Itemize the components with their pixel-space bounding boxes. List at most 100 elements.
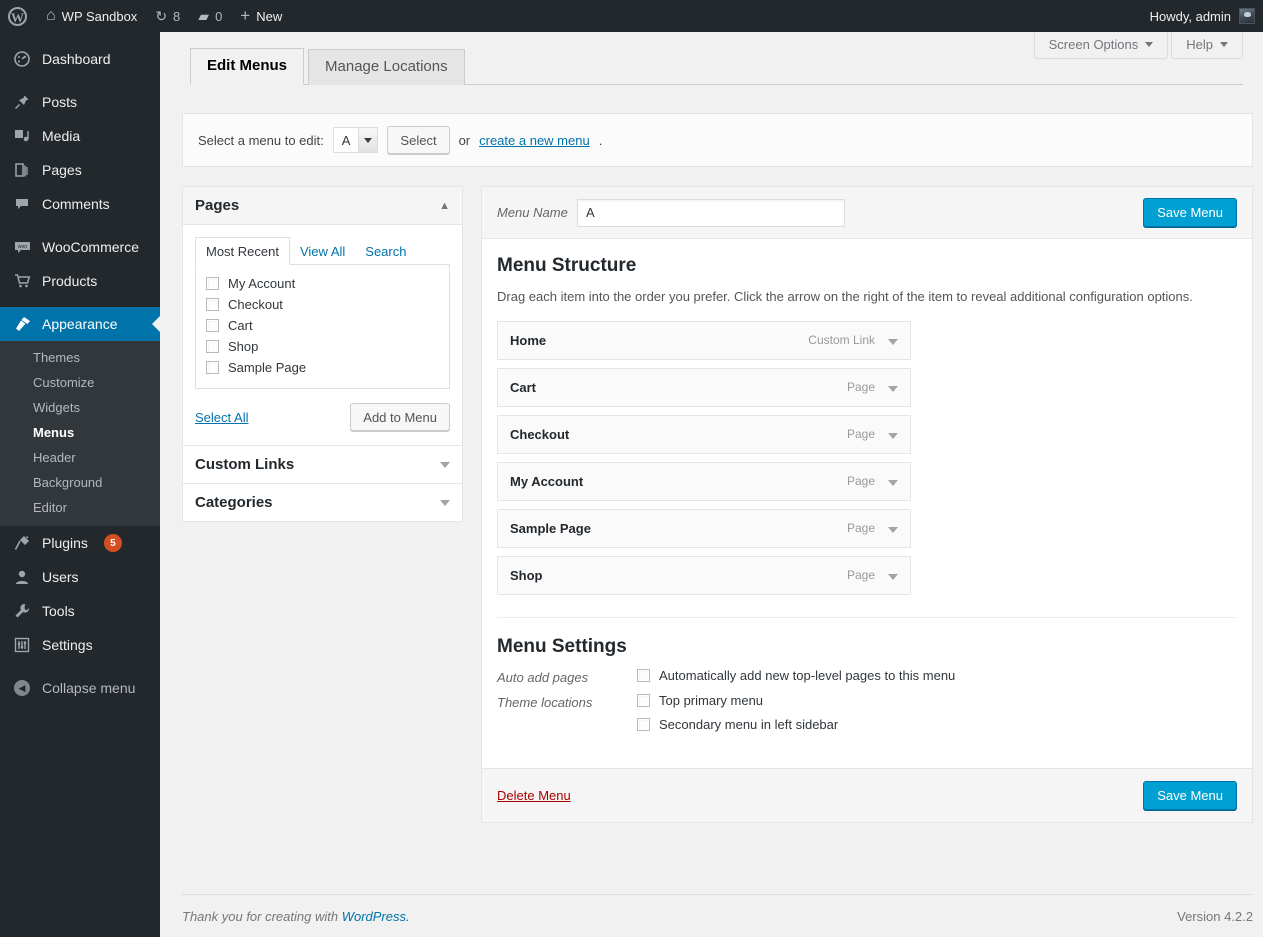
chevron-down-icon[interactable] (888, 333, 898, 348)
sidebar-item-users[interactable]: Users (0, 560, 160, 594)
brush-icon (12, 316, 32, 332)
chevron-down-icon[interactable] (888, 568, 898, 583)
sidebar-item-dashboard[interactable]: Dashboard (0, 42, 160, 76)
sidebar-item-label: Plugins (42, 535, 88, 551)
sidebar-item-posts[interactable]: Posts (0, 85, 160, 119)
menu-item-row[interactable]: My Account Page (497, 461, 911, 501)
sidebar-item-pages[interactable]: Pages (0, 153, 160, 187)
delete-menu-link[interactable]: Delete Menu (497, 788, 571, 803)
chevron-down-icon[interactable] (440, 461, 450, 468)
home-icon: ⌂ (46, 7, 56, 24)
menu-settings-title: Menu Settings (497, 635, 627, 657)
pages-panel-header[interactable]: Pages ▲ (183, 187, 462, 225)
auto-add-pages-label: Auto add pages (497, 669, 589, 685)
auto-add-pages-option[interactable]: Automatically add new top-level pages to… (637, 668, 955, 683)
sidebar-item-label: Settings (42, 637, 93, 653)
menu-item-type: Page (846, 427, 875, 441)
sidebar-item-appearance[interactable]: Appearance (0, 307, 160, 341)
sidebar-item-media[interactable]: Media (0, 119, 160, 153)
select-all-link[interactable]: Select All (195, 410, 248, 425)
menu-item-row[interactable]: Checkout Page (497, 414, 911, 454)
theme-location-option[interactable]: Secondary menu in left sidebar (637, 717, 838, 732)
pages-panel: Pages ▲ Most Recent View All Search My A… (182, 186, 463, 446)
tab-edit-menus[interactable]: Edit Menus (190, 48, 305, 85)
list-item[interactable]: My Account (206, 273, 439, 294)
chevron-down-icon[interactable] (888, 521, 898, 536)
plus-icon: + (240, 6, 251, 25)
add-to-menu-button[interactable]: Add to Menu (350, 403, 450, 431)
svg-text:woo: woo (17, 244, 26, 250)
sidebar-item-products[interactable]: Products (0, 264, 160, 298)
page-checkbox[interactable] (206, 361, 219, 374)
submenu-item-customize[interactable]: Customize (0, 370, 160, 395)
site-name-button[interactable]: ⌂ WP Sandbox (37, 0, 146, 32)
footer-thanks: Thank you for creating with (182, 909, 339, 924)
submenu-item-menus[interactable]: Menus (0, 420, 160, 445)
submenu-item-themes[interactable]: Themes (0, 345, 160, 370)
menu-select-dropdown[interactable]: A (332, 127, 379, 153)
menu-edit-footer: Delete Menu Save Menu (482, 767, 1252, 822)
menu-item-row[interactable]: Shop Page (497, 555, 911, 595)
select-menu-button[interactable]: Select (387, 126, 450, 154)
pin-icon (12, 94, 32, 110)
list-item[interactable]: Cart (206, 315, 439, 336)
tab-search[interactable]: Search (355, 238, 416, 264)
sidebar-item-tools[interactable]: Tools (0, 594, 160, 628)
new-content-button[interactable]: + New (231, 0, 291, 32)
page-checkbox[interactable] (206, 319, 219, 332)
menu-edit-column: Menu Name Save Menu Menu Structure Drag … (481, 186, 1253, 823)
tab-manage-locations[interactable]: Manage Locations (308, 49, 465, 85)
categories-panel-header[interactable]: Categories (183, 484, 462, 521)
chevron-down-icon[interactable] (888, 380, 898, 395)
sidebar-item-settings[interactable]: Settings (0, 628, 160, 662)
theme-location-label: Top primary menu (659, 692, 764, 708)
theme-location-option[interactable]: Top primary menu (637, 693, 838, 708)
auto-add-pages-option-label: Automatically add new top-level pages to… (659, 667, 956, 683)
chevron-down-icon[interactable] (888, 427, 898, 442)
collapse-arrow-icon: ◀ (12, 680, 32, 696)
menu-item-row[interactable]: Sample Page Page (497, 508, 911, 548)
sidebar-item-comments[interactable]: Comments (0, 187, 160, 221)
pages-tabs: Most Recent View All Search (195, 237, 450, 265)
chevron-down-icon[interactable] (440, 499, 450, 506)
theme-locations-label: Theme locations (497, 694, 593, 710)
page-checkbox[interactable] (206, 298, 219, 311)
sidebar-item-label: Products (42, 273, 98, 289)
secondary-menu-checkbox[interactable] (637, 717, 650, 731)
sidebar-item-woocommerce[interactable]: woo WooCommerce (0, 230, 160, 264)
auto-add-pages-checkbox[interactable] (637, 668, 650, 682)
comments-button[interactable]: ▰ 0 (189, 0, 231, 32)
top-primary-menu-checkbox[interactable] (637, 693, 650, 707)
sidebar-item-label: WooCommerce (42, 239, 139, 255)
menu-name-input[interactable] (577, 198, 845, 227)
page-checkbox[interactable] (206, 277, 219, 290)
account-area[interactable]: Howdy, admin (1150, 8, 1263, 24)
list-item[interactable]: Shop (206, 336, 439, 357)
chevron-up-icon[interactable]: ▲ (439, 200, 450, 212)
tab-most-recent[interactable]: Most Recent (195, 237, 290, 265)
custom-links-panel-header[interactable]: Custom Links (183, 446, 462, 483)
menu-item-row[interactable]: Cart Page (497, 367, 911, 407)
wp-logo-button[interactable]: W (0, 0, 37, 32)
updates-button[interactable]: ↻ 8 (146, 0, 189, 32)
wordpress-link[interactable]: WordPress. (342, 909, 410, 924)
submenu-item-header[interactable]: Header (0, 445, 160, 470)
collapse-menu-button[interactable]: ◀ Collapse menu (0, 671, 160, 705)
list-item[interactable]: Sample Page (206, 357, 439, 378)
tab-view-all[interactable]: View All (290, 238, 355, 264)
menu-select-value: A (341, 132, 351, 148)
save-menu-button-top[interactable]: Save Menu (1143, 198, 1237, 227)
save-menu-button-bottom[interactable]: Save Menu (1143, 780, 1237, 810)
list-item[interactable]: Checkout (206, 294, 439, 315)
menu-item-row[interactable]: Home Custom Link (497, 320, 911, 360)
submenu-item-background[interactable]: Background (0, 470, 160, 495)
submenu-item-editor[interactable]: Editor (0, 495, 160, 520)
create-new-menu-link[interactable]: create a new menu (479, 133, 590, 148)
page-checkbox[interactable] (206, 340, 219, 353)
submenu-item-widgets[interactable]: Widgets (0, 395, 160, 420)
sidebar-item-plugins[interactable]: Plugins 5 (0, 526, 160, 560)
admin-bar: W ⌂ WP Sandbox ↻ 8 ▰ 0 + New Howdy, admi… (0, 0, 1263, 32)
menu-structure-description: Drag each item into the order you prefer… (497, 289, 1193, 304)
nav-tab-wrapper: Edit Menus Manage Locations (190, 48, 1243, 85)
chevron-down-icon[interactable] (888, 474, 898, 489)
